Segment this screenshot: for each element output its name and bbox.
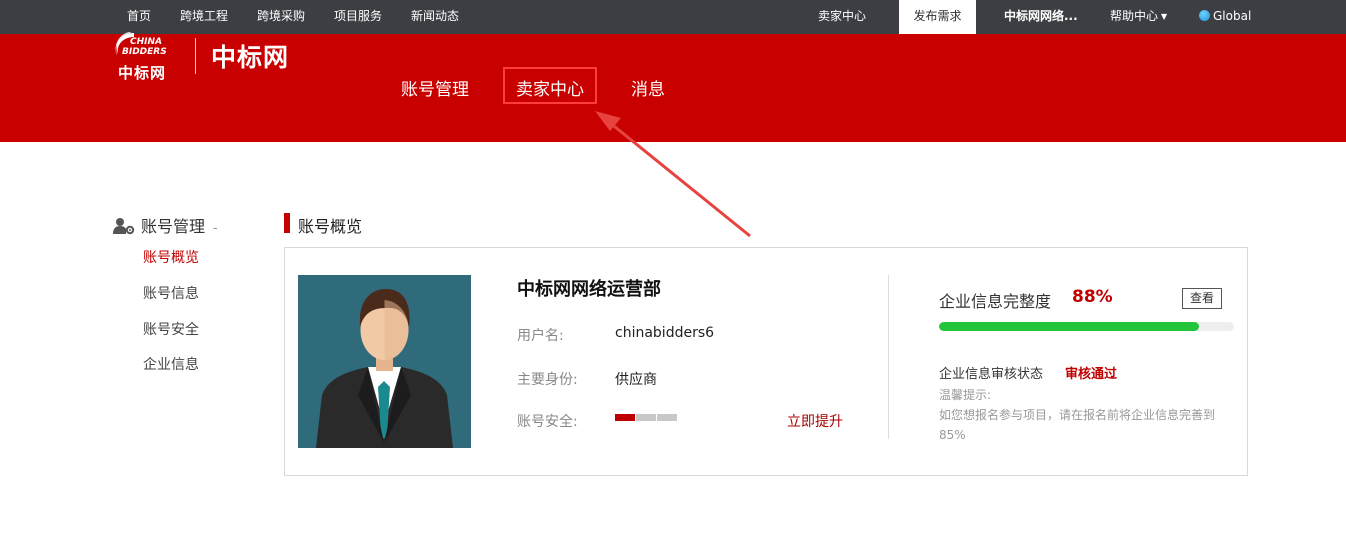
top-link-seller-center[interactable]: 卖家中心	[818, 0, 866, 34]
top-link-news[interactable]: 新闻动态	[411, 0, 459, 34]
help-center-label: 帮助中心	[1110, 9, 1159, 23]
security-level-meter	[615, 414, 677, 421]
role-value: 供应商	[615, 372, 657, 388]
sidebar-heading-label: 账号管理	[141, 217, 206, 236]
completeness-progress-bar	[939, 322, 1234, 331]
annotation-highlight-box	[503, 67, 597, 104]
sidebar-item-account-overview[interactable]: 账号概览	[143, 247, 199, 267]
logo-text-bidders: BIDDERS	[122, 47, 167, 57]
avatar[interactable]	[298, 275, 471, 448]
globe-icon	[1199, 10, 1210, 21]
completeness-progress-fill	[939, 322, 1199, 331]
audit-status-label: 企业信息审核状态	[939, 367, 1044, 382]
site-header	[0, 34, 1346, 142]
top-link-company-account[interactable]: 中标网网络...	[1004, 0, 1078, 34]
user-settings-icon	[113, 218, 135, 235]
tip-title: 温馨提示:	[939, 388, 992, 402]
top-link-cross-border-engineering[interactable]: 跨境工程	[180, 0, 228, 34]
upgrade-security-link[interactable]: 立即提升	[787, 411, 843, 431]
help-center-dropdown[interactable]: 帮助中心 ▼	[1110, 0, 1167, 34]
sidebar-item-account-security[interactable]: 账号安全	[143, 319, 199, 339]
security-level-segment	[657, 414, 677, 421]
user-avatar-icon	[298, 275, 471, 448]
sidebar-heading[interactable]: 账号管理 -	[113, 213, 218, 237]
section-title: 账号概览	[298, 217, 363, 236]
view-button[interactable]: 查看	[1182, 288, 1222, 309]
username-value: chinabidders6	[615, 325, 715, 341]
top-link-project-services[interactable]: 项目服务	[334, 0, 382, 34]
logo-cn-small-text: 中标网	[118, 64, 167, 82]
completeness-percent: 88%	[1072, 287, 1113, 307]
tip-text: 如您想报名参与项目，请在报名前将企业信息完善到85%	[939, 408, 1216, 442]
sidebar-item-account-info[interactable]: 账号信息	[143, 283, 199, 303]
nav-account-management[interactable]: 账号管理	[401, 75, 469, 100]
card-divider	[888, 275, 889, 439]
completeness-label: 企业信息完整度	[939, 292, 1052, 311]
site-name[interactable]: 中标网	[211, 38, 289, 74]
audit-status-badge: 审核通过	[1065, 367, 1118, 382]
sidebar-item-company-info[interactable]: 企业信息	[143, 354, 199, 374]
global-link[interactable]: Global	[1199, 0, 1251, 34]
top-nav-bar: 首页 跨境工程 跨境采购 项目服务 新闻动态 卖家中心 发布需求 中标网网络..…	[0, 0, 1346, 34]
chevron-down-icon: ▼	[1161, 12, 1168, 21]
role-label: 主要身份:	[517, 372, 578, 388]
section-title-marker	[284, 213, 290, 233]
global-label: Global	[1213, 9, 1252, 23]
security-level-segment	[615, 414, 635, 421]
username-label: 用户名:	[517, 328, 564, 344]
top-link-cross-border-procurement[interactable]: 跨境采购	[257, 0, 305, 34]
sidebar-collapse-toggle[interactable]: -	[213, 221, 218, 236]
logo-divider	[195, 38, 196, 74]
security-label: 账号安全:	[517, 414, 578, 430]
nav-messages[interactable]: 消息	[631, 75, 665, 100]
company-name: 中标网网络运营部	[517, 279, 661, 300]
top-link-home[interactable]: 首页	[127, 0, 151, 34]
logo-text-china: CHINA	[130, 37, 162, 47]
publish-demand-button[interactable]: 发布需求	[899, 0, 976, 34]
security-level-segment	[636, 414, 656, 421]
